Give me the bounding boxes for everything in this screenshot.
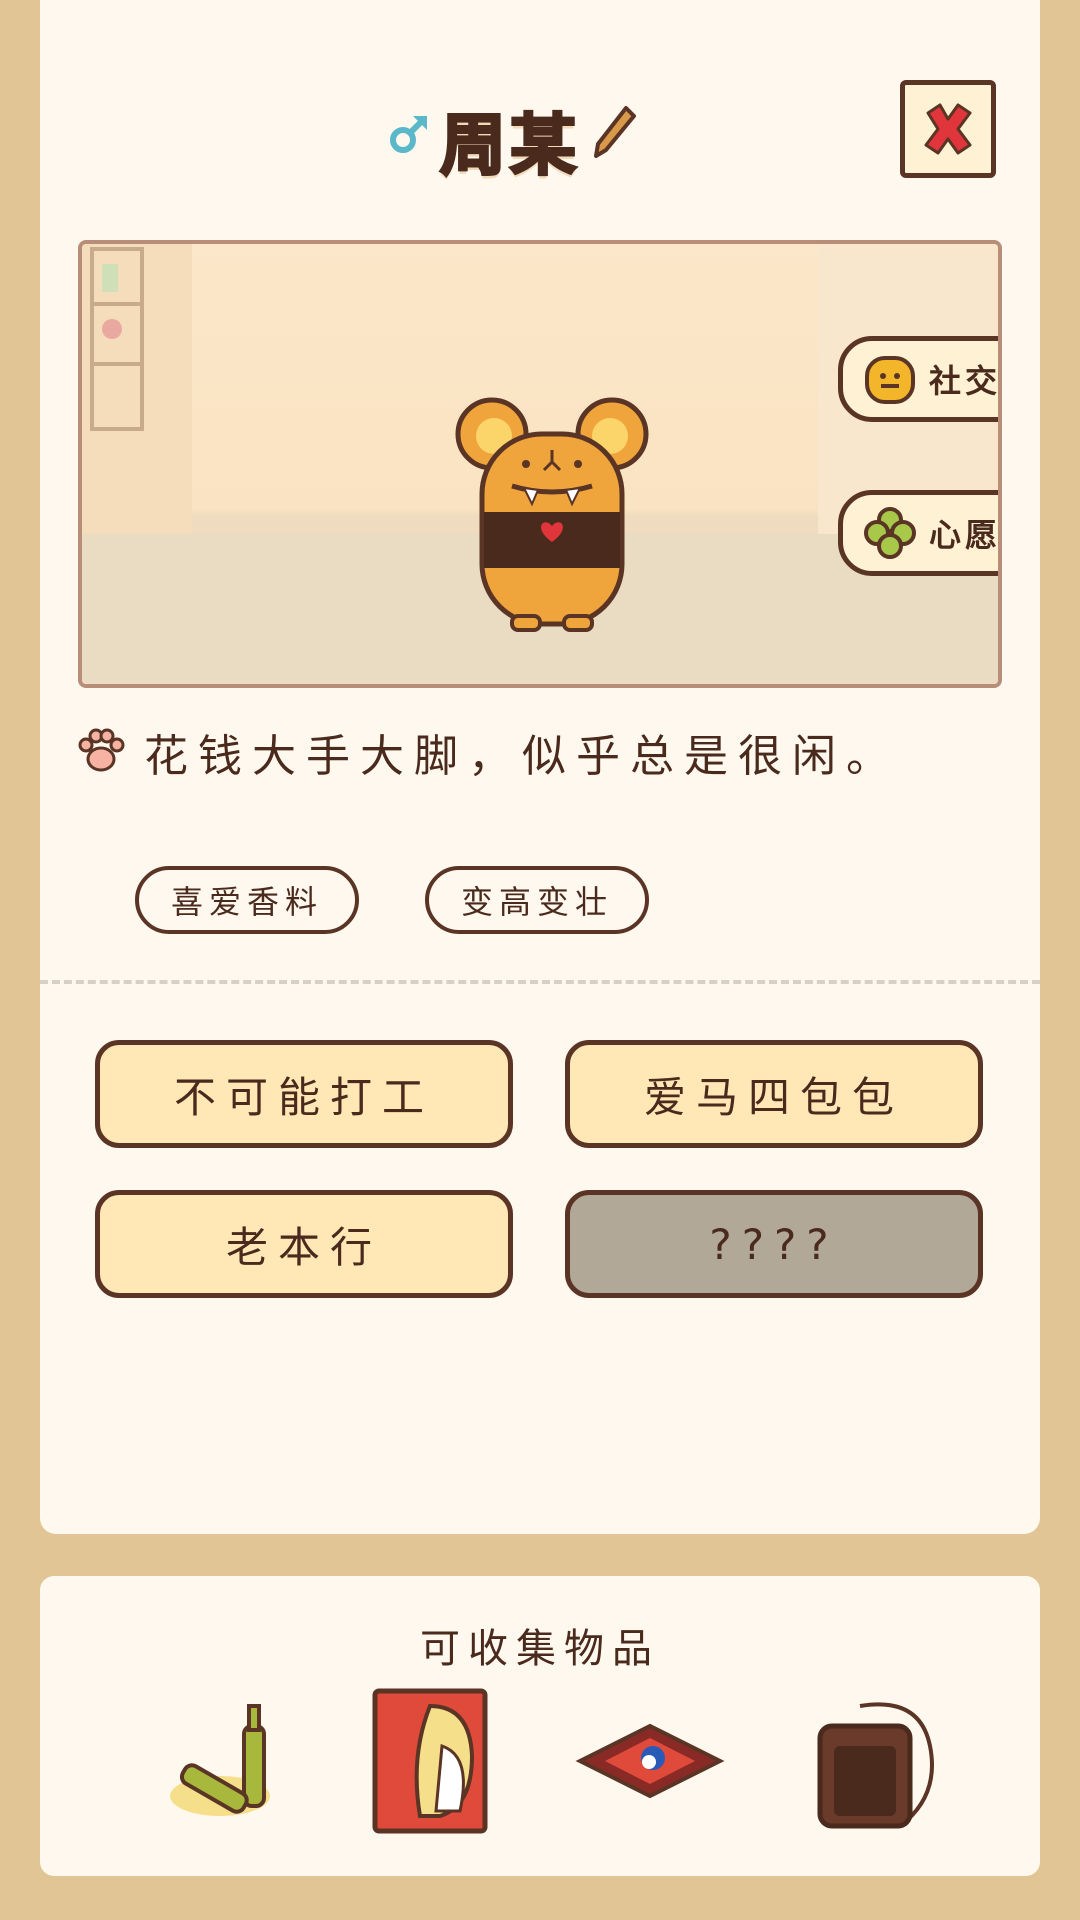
collectibles-title: 可收集物品 xyxy=(420,1626,660,1672)
male-gender-icon xyxy=(387,112,431,160)
close-button[interactable] xyxy=(900,80,996,178)
description-text: 花钱大手大脚，似乎总是很闲。 xyxy=(144,731,900,782)
close-icon xyxy=(924,103,972,155)
hamster-character[interactable] xyxy=(452,394,652,634)
trait-button-locked[interactable]: ???? xyxy=(565,1190,983,1298)
trait-button[interactable]: 不可能打工 xyxy=(95,1040,513,1148)
trait-button[interactable]: 爱马四包包 xyxy=(565,1040,983,1148)
trait-button[interactable]: 老本行 xyxy=(95,1190,513,1298)
tab-social[interactable]: 社交 xyxy=(838,336,1002,422)
paw-icon xyxy=(78,728,125,772)
tag-like-spice: 喜爱香料 xyxy=(135,866,359,934)
tag-grow-strong: 变高变壮 xyxy=(425,866,649,934)
super-poster-icon[interactable] xyxy=(360,1686,510,1836)
social-face-icon xyxy=(865,356,915,404)
character-scene: 社交 心愿 xyxy=(78,240,1002,688)
bottles-icon[interactable] xyxy=(150,1686,300,1836)
tab-social-label: 社交 xyxy=(929,362,1002,400)
profile-card: 周某 社交 心愿 花钱大手大脚，似乎总是很闲。 喜爱香料 变高变壮 不可能打工 … xyxy=(40,0,1040,1534)
character-name[interactable]: 周某 xyxy=(439,92,580,188)
tab-wish-label: 心愿 xyxy=(929,516,1002,554)
edit-name-pencil-icon[interactable] xyxy=(592,104,638,164)
carpet-icon[interactable] xyxy=(575,1686,725,1836)
collectibles-card: 可收集物品 xyxy=(40,1576,1040,1876)
description: 花钱大手大脚，似乎总是很闲。 xyxy=(76,720,900,784)
tab-wish[interactable]: 心愿 xyxy=(838,490,1002,576)
header: 周某 xyxy=(40,92,1040,186)
backpack-icon[interactable] xyxy=(800,1686,950,1836)
clover-icon xyxy=(864,507,916,559)
divider xyxy=(40,980,1040,984)
